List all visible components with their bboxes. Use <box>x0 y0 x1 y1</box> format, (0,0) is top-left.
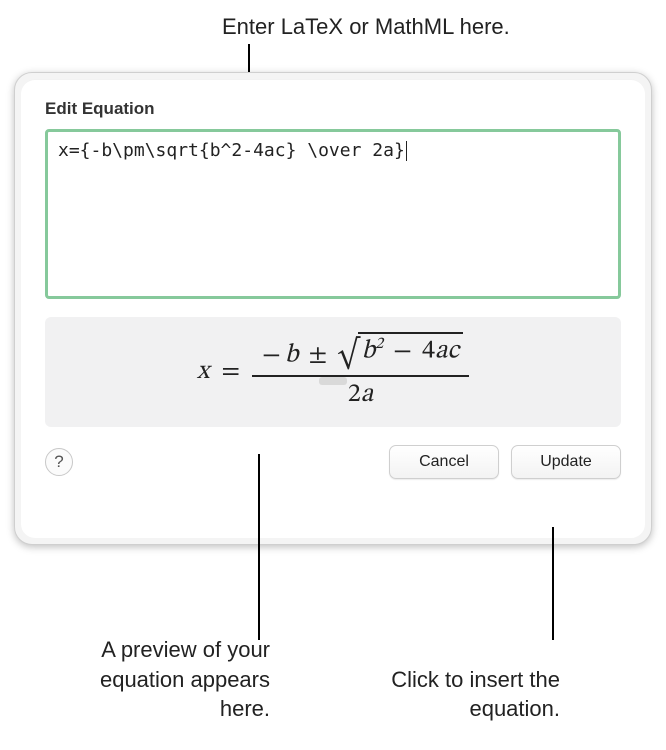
rad-c: c <box>448 339 460 365</box>
dialog-body: Edit Equation x={-b\pm\sqrt{b^2-4ac} \ov… <box>21 79 645 538</box>
equation-editor-input[interactable]: x={-b\pm\sqrt{b^2-4ac} \over 2a} <box>45 129 621 299</box>
leader-line-update <box>552 527 554 640</box>
text-cursor <box>406 141 407 161</box>
annotation-bottom-left: A preview of your equation appears here. <box>60 635 270 724</box>
rad-a: a <box>435 339 447 365</box>
cancel-button[interactable]: Cancel <box>389 445 499 479</box>
fraction-numerator: −b ± √ b2 − 4ac <box>252 332 469 373</box>
den-2: 2 <box>348 382 361 408</box>
fraction-denominator: 2a <box>342 379 379 412</box>
rad-exp: 2 <box>375 336 383 352</box>
rendered-equation: x = −b ± √ b2 − 4ac <box>197 332 469 412</box>
den-a: a <box>361 382 373 408</box>
dialog-title: Edit Equation <box>45 99 621 119</box>
editor-content: x={-b\pm\sqrt{b^2-4ac} \over 2a} <box>58 140 405 161</box>
rad-b: b <box>362 339 376 365</box>
minus-sign: − <box>258 343 285 369</box>
annotation-top: Enter LaTeX or MathML here. <box>222 12 510 42</box>
rad-minus-sign: − <box>389 339 416 365</box>
panel-connector <box>319 377 347 385</box>
annotation-bottom-right: Click to insert the equation. <box>360 665 560 724</box>
num-b: b <box>285 343 299 369</box>
equals-sign: = <box>217 356 244 389</box>
equation-preview: x = −b ± √ b2 − 4ac <box>45 317 621 427</box>
update-button[interactable]: Update <box>511 445 621 479</box>
plus-minus-sign: ± <box>305 343 332 369</box>
rad-4: 4 <box>422 339 435 365</box>
leader-line-preview <box>258 454 260 640</box>
help-button[interactable]: ? <box>45 448 73 476</box>
equation-dialog: Edit Equation x={-b\pm\sqrt{b^2-4ac} \ov… <box>14 72 652 545</box>
radicand: b2 − 4ac <box>358 332 464 369</box>
square-root: √ b2 − 4ac <box>337 332 463 369</box>
dialog-button-row: ? Cancel Update <box>45 445 621 479</box>
lhs-x: x <box>197 356 209 389</box>
fraction: −b ± √ b2 − 4ac 2a <box>252 332 469 412</box>
radical-symbol: √ <box>337 341 359 369</box>
fraction-bar <box>252 375 469 377</box>
